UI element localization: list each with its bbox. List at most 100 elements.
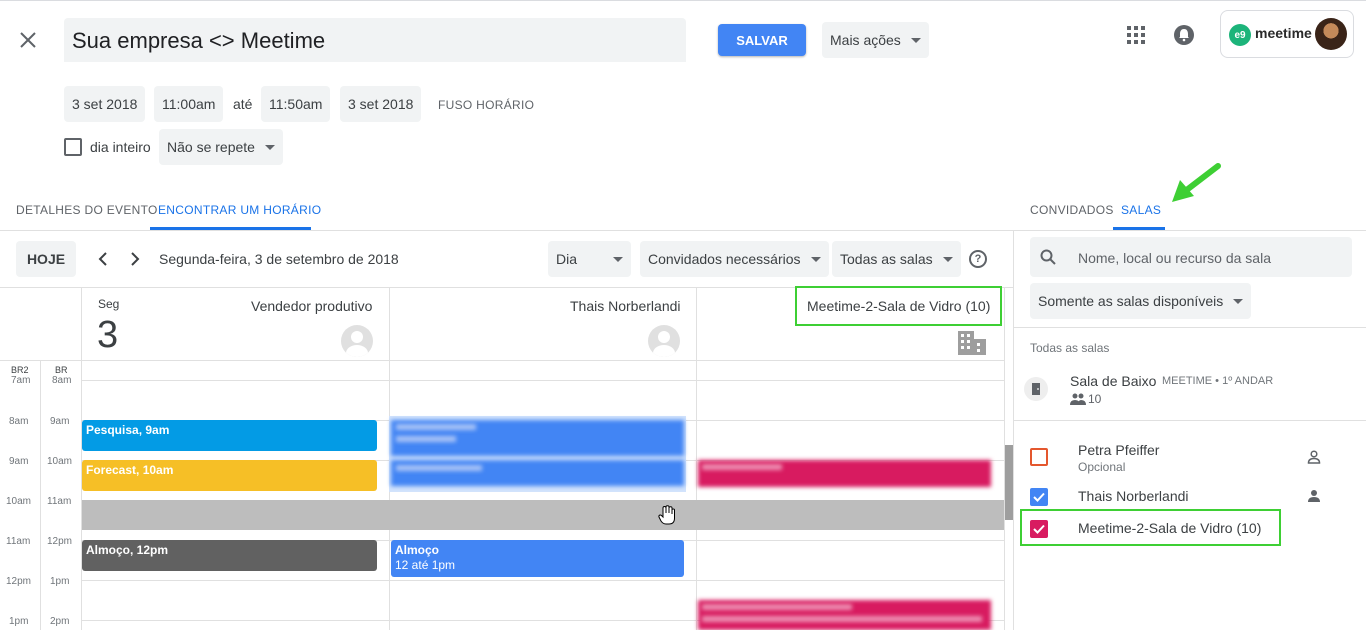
calendar-scrollbar[interactable] [1005, 445, 1013, 520]
event-title-input[interactable]: Sua empresa <> Meetime [64, 18, 686, 62]
guests-filter-dropdown[interactable]: Convidados necessários [640, 241, 829, 277]
tab-find-time[interactable]: ENCONTRAR UM HORÁRIO [158, 203, 321, 217]
person-avatar-icon [341, 325, 373, 357]
hour-label-br2: 12pm [6, 576, 32, 587]
rooms-section-label: Todas as salas [1030, 341, 1110, 355]
hour-line [81, 580, 1004, 581]
selected-time-slot[interactable] [82, 500, 1004, 530]
today-button[interactable]: HOJE [16, 241, 76, 277]
meetime-logo-icon: e9 [1229, 24, 1251, 46]
hour-label-br: 12pm [47, 536, 73, 547]
previous-day-chevron-icon[interactable] [97, 252, 109, 266]
chevron-down-icon [810, 256, 821, 262]
brand-name: meetime [1255, 25, 1312, 41]
room-search-placeholder: Nome, local ou recurso da sala [1078, 250, 1271, 266]
attendee-checkbox-thais[interactable] [1030, 488, 1048, 506]
room-location: MEETIME • 1º ANDAR [1162, 375, 1274, 387]
tz-divider [40, 361, 41, 630]
attendee-name: Petra Pfeiffer [1078, 442, 1160, 458]
hour-label-br2: 10am [6, 496, 32, 507]
rooms-divider [1013, 327, 1366, 328]
attendees-divider [1013, 420, 1366, 421]
hour-label-br: 9am [50, 416, 70, 427]
event-almoco-vendedor[interactable]: Almoço, 12pm [82, 540, 377, 571]
col-divider-2 [696, 287, 697, 630]
tabs-divider [0, 230, 1366, 231]
room-search-input[interactable]: Nome, local ou recurso da sala [1030, 237, 1352, 277]
start-date-field[interactable]: 3 set 2018 [64, 86, 146, 122]
tz-label-br: BR [55, 365, 68, 375]
tab-event-details[interactable]: DETALHES DO EVENTO [16, 203, 158, 217]
repeat-dropdown[interactable]: Não se repete [159, 129, 283, 165]
event-forecast[interactable]: Forecast, 10am [82, 460, 377, 491]
chevron-down-icon [1233, 298, 1244, 304]
column-header-vendedor: Vendedor produtivo [251, 298, 373, 314]
event-blurred[interactable] [391, 460, 684, 486]
event-blurred-text [702, 464, 782, 470]
building-icon [958, 331, 986, 355]
hour-label-br: 10am [47, 456, 73, 467]
repeat-label: Não se repete [167, 139, 255, 155]
day-abbrev: Seg [98, 297, 120, 311]
save-button[interactable]: SALVAR [718, 24, 806, 56]
people-icon [1070, 392, 1086, 405]
tab-guests[interactable]: CONVIDADOS [1030, 203, 1114, 217]
hour-label-br: 1pm [50, 576, 70, 587]
event-almoco-thais[interactable]: Almoço 12 até 1pm [391, 540, 684, 577]
apps-grid-icon[interactable] [1127, 26, 1145, 44]
event-pesquisa[interactable]: Pesquisa, 9am [82, 420, 377, 451]
next-day-chevron-icon[interactable] [129, 252, 141, 266]
panel-divider [1013, 230, 1014, 630]
guests-filter-label: Convidados necessários [648, 251, 801, 267]
chevron-down-icon [942, 256, 953, 262]
all-day-checkbox[interactable] [64, 138, 82, 156]
hour-label-br: 2pm [50, 616, 70, 627]
highlight-room-attendee [1020, 509, 1281, 546]
event-blurred-text [396, 436, 456, 442]
view-dropdown[interactable]: Dia [548, 241, 631, 277]
chevron-down-icon [264, 144, 275, 150]
event-blurred-text [702, 616, 982, 622]
column-header-thais: Thais Norberlandi [570, 298, 681, 314]
hour-label-br2: 1pm [9, 616, 29, 627]
help-icon[interactable]: ? [969, 250, 987, 268]
col-divider-0 [81, 287, 82, 630]
person-outline-icon [1307, 450, 1321, 464]
end-time-field[interactable]: 11:50am [261, 86, 331, 122]
room-availability-label: Somente as salas disponíveis [1038, 293, 1224, 309]
annotation-arrow-icon [1168, 162, 1224, 206]
avatar [1315, 18, 1347, 50]
rooms-filter-dropdown[interactable]: Todas as salas [832, 241, 961, 277]
event-title-text: Sua empresa <> Meetime [72, 28, 326, 53]
header-divider [0, 360, 1004, 361]
start-time-field[interactable]: 11:00am [154, 86, 224, 122]
help-glyph: ? [974, 253, 982, 265]
hour-label-br: 11am [47, 496, 72, 507]
view-label: Dia [556, 251, 578, 267]
until-label: até [233, 96, 253, 112]
room-door-icon [1024, 377, 1048, 401]
top-border [0, 0, 1366, 1]
room-capacity: 10 [1088, 392, 1102, 406]
account-switcher[interactable]: e9 meetime [1220, 10, 1354, 58]
person-avatar-icon [648, 325, 680, 357]
tab-rooms[interactable]: SALAS [1121, 203, 1161, 217]
hour-label-br2: 9am [9, 456, 29, 467]
more-actions-label: Mais ações [830, 32, 901, 48]
room-availability-dropdown[interactable]: Somente as salas disponíveis [1030, 283, 1252, 319]
event-blurred-text [396, 465, 482, 471]
event-almoco-title: Almoço [395, 543, 440, 557]
end-date-field[interactable]: 3 set 2018 [340, 86, 422, 122]
hour-label-br2: 7am [11, 375, 31, 386]
chevron-down-icon [613, 256, 623, 262]
timezone-button[interactable]: FUSO HORÁRIO [438, 98, 534, 112]
attendee-checkbox-petra[interactable] [1030, 448, 1048, 466]
close-icon[interactable] [18, 30, 38, 50]
room-name[interactable]: Sala de Baixo [1070, 373, 1156, 389]
notifications-bell-icon[interactable] [1173, 24, 1195, 46]
more-actions-dropdown[interactable]: Mais ações [822, 22, 929, 58]
hour-label-br2: 8am [9, 416, 29, 427]
hand-cursor-icon [658, 505, 676, 525]
rooms-filter-label: Todas as salas [840, 251, 933, 267]
chevron-down-icon [910, 37, 921, 43]
